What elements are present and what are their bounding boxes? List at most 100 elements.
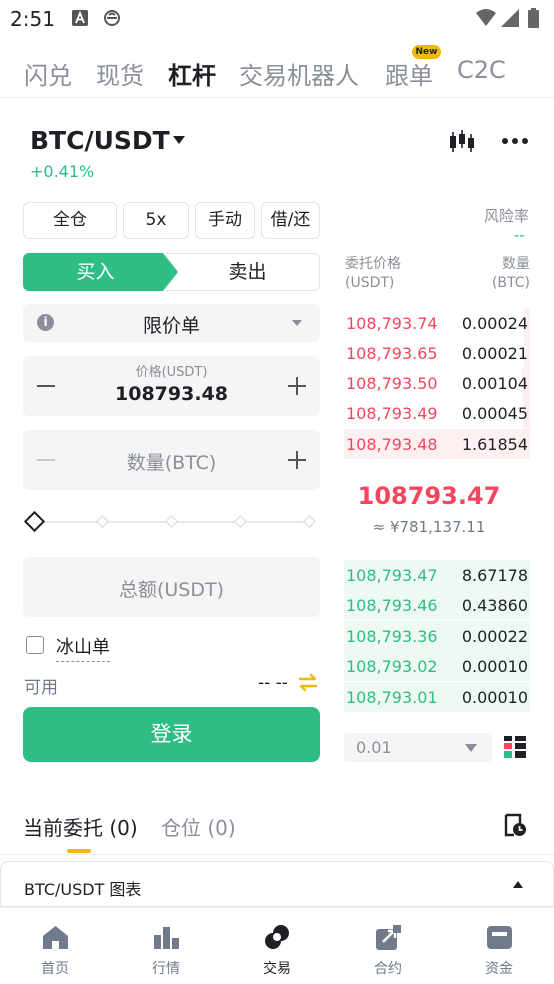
nav-home[interactable]: 首页 — [0, 908, 110, 984]
nav-markets-label: 行情 — [152, 961, 180, 977]
sell-tab[interactable]: 卖出 — [166, 253, 320, 291]
ask-qty: 0.00104 — [461, 374, 528, 393]
available-label: 可用 — [24, 678, 58, 698]
slider-step-50[interactable] — [165, 515, 178, 528]
last-price-fiat: ≈ ¥781,137.11 — [372, 518, 486, 536]
ask-row[interactable]: 108,793.50 0.00104 — [344, 368, 530, 398]
ask-row[interactable]: 108,793.65 0.00021 — [344, 338, 530, 368]
iceberg-label[interactable]: 冰山单 — [56, 633, 110, 662]
slider-thumb[interactable] — [23, 510, 46, 533]
tab-convert[interactable]: 闪兑 — [24, 56, 72, 91]
chevron-down-icon — [465, 744, 477, 752]
bottom-navigation: 首页 行情 交易 合约 资金 — [0, 907, 554, 984]
orderbook-qty-unit: (BTC) — [491, 275, 530, 291]
bid-row[interactable]: 108,793.01 0.00010 — [344, 682, 530, 712]
nav-markets[interactable]: 行情 — [111, 908, 221, 984]
trade-icon — [265, 925, 289, 949]
new-badge: New — [412, 45, 441, 59]
bid-price: 108,793.02 — [346, 657, 438, 676]
nav-futures[interactable]: 合约 — [333, 908, 443, 984]
total-input[interactable]: 总额(USDT) — [23, 557, 320, 617]
tab-margin[interactable]: 杠杆 — [168, 56, 216, 91]
last-price[interactable]: 108793.47 — [344, 482, 514, 510]
chart-toggle-bar[interactable]: BTC/USDT 图表 — [0, 861, 554, 907]
chart-toggle-label: BTC/USDT 图表 — [24, 880, 142, 899]
section-divider — [0, 854, 554, 855]
more-options-icon[interactable] — [502, 138, 528, 144]
ask-qty: 0.00045 — [461, 404, 528, 423]
price-input-label: 价格(USDT) — [135, 365, 208, 380]
price-input-value[interactable]: 108793.48 — [23, 383, 320, 405]
status-time: 2:51 — [10, 7, 55, 31]
nav-futures-label: 合约 — [374, 961, 402, 977]
candlestick-chart-icon[interactable] — [448, 128, 476, 154]
bid-row[interactable]: 108,793.47 8.67178 — [344, 560, 530, 590]
active-tab-indicator — [67, 849, 91, 853]
manual-mode-button[interactable]: 手动 — [195, 202, 255, 239]
bid-row[interactable]: 108,793.46 0.43860 — [344, 590, 530, 620]
price-input[interactable]: 价格(USDT) 108793.48 — [23, 356, 320, 416]
orderbook-price-header: 委托价格 (USDT) — [345, 255, 401, 293]
pair-selector[interactable]: BTC/USDT — [30, 126, 170, 155]
bid-qty: 0.00022 — [461, 627, 528, 646]
nav-home-label: 首页 — [41, 961, 69, 977]
ask-qty: 1.61854 — [461, 435, 528, 454]
bid-row[interactable]: 108,793.02 0.00010 — [344, 651, 530, 681]
nav-wallet[interactable]: 资金 — [444, 908, 554, 984]
tab-spot[interactable]: 现货 — [96, 56, 144, 91]
tab-positions[interactable]: 仓位 (0) — [161, 812, 236, 841]
slider-step-75[interactable] — [234, 515, 247, 528]
depth-precision-select[interactable]: 0.01 — [344, 733, 492, 762]
buy-tab[interactable]: 买入 — [23, 253, 178, 291]
order-history-icon[interactable] — [503, 813, 527, 837]
tab-trading-bots[interactable]: 交易机器人 — [239, 56, 359, 91]
transfer-icon[interactable] — [298, 672, 318, 692]
ask-qty: 0.00021 — [461, 344, 528, 363]
tab-copy-trading[interactable]: 跟单 — [385, 56, 433, 91]
order-type-select[interactable]: i 限价单 — [23, 304, 320, 342]
bid-row[interactable]: 108,793.36 0.00022 — [344, 621, 530, 651]
slider-step-25[interactable] — [96, 515, 109, 528]
top-tabs: 闪兑 现货 杠杆 交易机器人 跟单 C2C — [0, 48, 554, 98]
tab-c2c[interactable]: C2C — [457, 56, 506, 84]
nav-trade-label: 交易 — [263, 961, 291, 977]
ask-price: 108,793.74 — [346, 314, 438, 333]
total-placeholder: 总额(USDT) — [118, 579, 225, 601]
signal-icon — [501, 9, 519, 27]
depth-precision-value: 0.01 — [356, 738, 392, 757]
ask-price: 108,793.65 — [346, 344, 438, 363]
status-bar: 2:51 — [0, 0, 554, 38]
quantity-increase-icon[interactable] — [288, 451, 306, 469]
bid-qty: 0.43860 — [461, 596, 528, 615]
ask-row[interactable]: 108,793.74 0.00024 — [344, 308, 530, 338]
ask-price: 108,793.48 — [346, 435, 438, 454]
ask-qty: 0.00024 — [461, 314, 528, 333]
login-button[interactable]: 登录 — [23, 707, 320, 762]
bid-price: 108,793.01 — [346, 688, 438, 707]
order-type-label: 限价单 — [142, 315, 200, 337]
margin-mode-button[interactable]: 全仓 — [23, 202, 117, 239]
ask-row[interactable]: 108,793.48 1.61854 — [344, 429, 530, 459]
chevron-up-icon — [513, 881, 523, 888]
pair-dropdown-icon[interactable] — [173, 136, 185, 144]
leverage-button[interactable]: 5x — [123, 202, 189, 239]
borrow-repay-button[interactable]: 借/还 — [261, 202, 320, 239]
tab-open-orders[interactable]: 当前委托 (0) — [23, 812, 138, 841]
quantity-placeholder: 数量(BTC) — [126, 452, 217, 474]
slider-step-100[interactable] — [303, 515, 316, 528]
bid-qty: 8.67178 — [461, 566, 528, 585]
iceberg-checkbox[interactable] — [26, 636, 44, 654]
price-increase-icon[interactable] — [288, 377, 306, 395]
orderbook-layout-icon[interactable] — [504, 736, 526, 758]
ask-row[interactable]: 108,793.49 0.00045 — [344, 398, 530, 428]
nav-wallet-label: 资金 — [485, 961, 513, 977]
chevron-down-icon — [292, 320, 302, 326]
quantity-input[interactable]: 数量(BTC) — [23, 430, 320, 490]
price-change: +0.41% — [30, 162, 95, 181]
futures-icon — [376, 925, 401, 950]
markets-icon — [154, 927, 179, 949]
nav-trade[interactable]: 交易 — [222, 908, 332, 984]
risk-rate-label: 风险率 — [484, 207, 530, 225]
risk-rate-value: -- — [514, 226, 525, 244]
orderbook-qty-header-label: 数量 — [502, 256, 530, 272]
